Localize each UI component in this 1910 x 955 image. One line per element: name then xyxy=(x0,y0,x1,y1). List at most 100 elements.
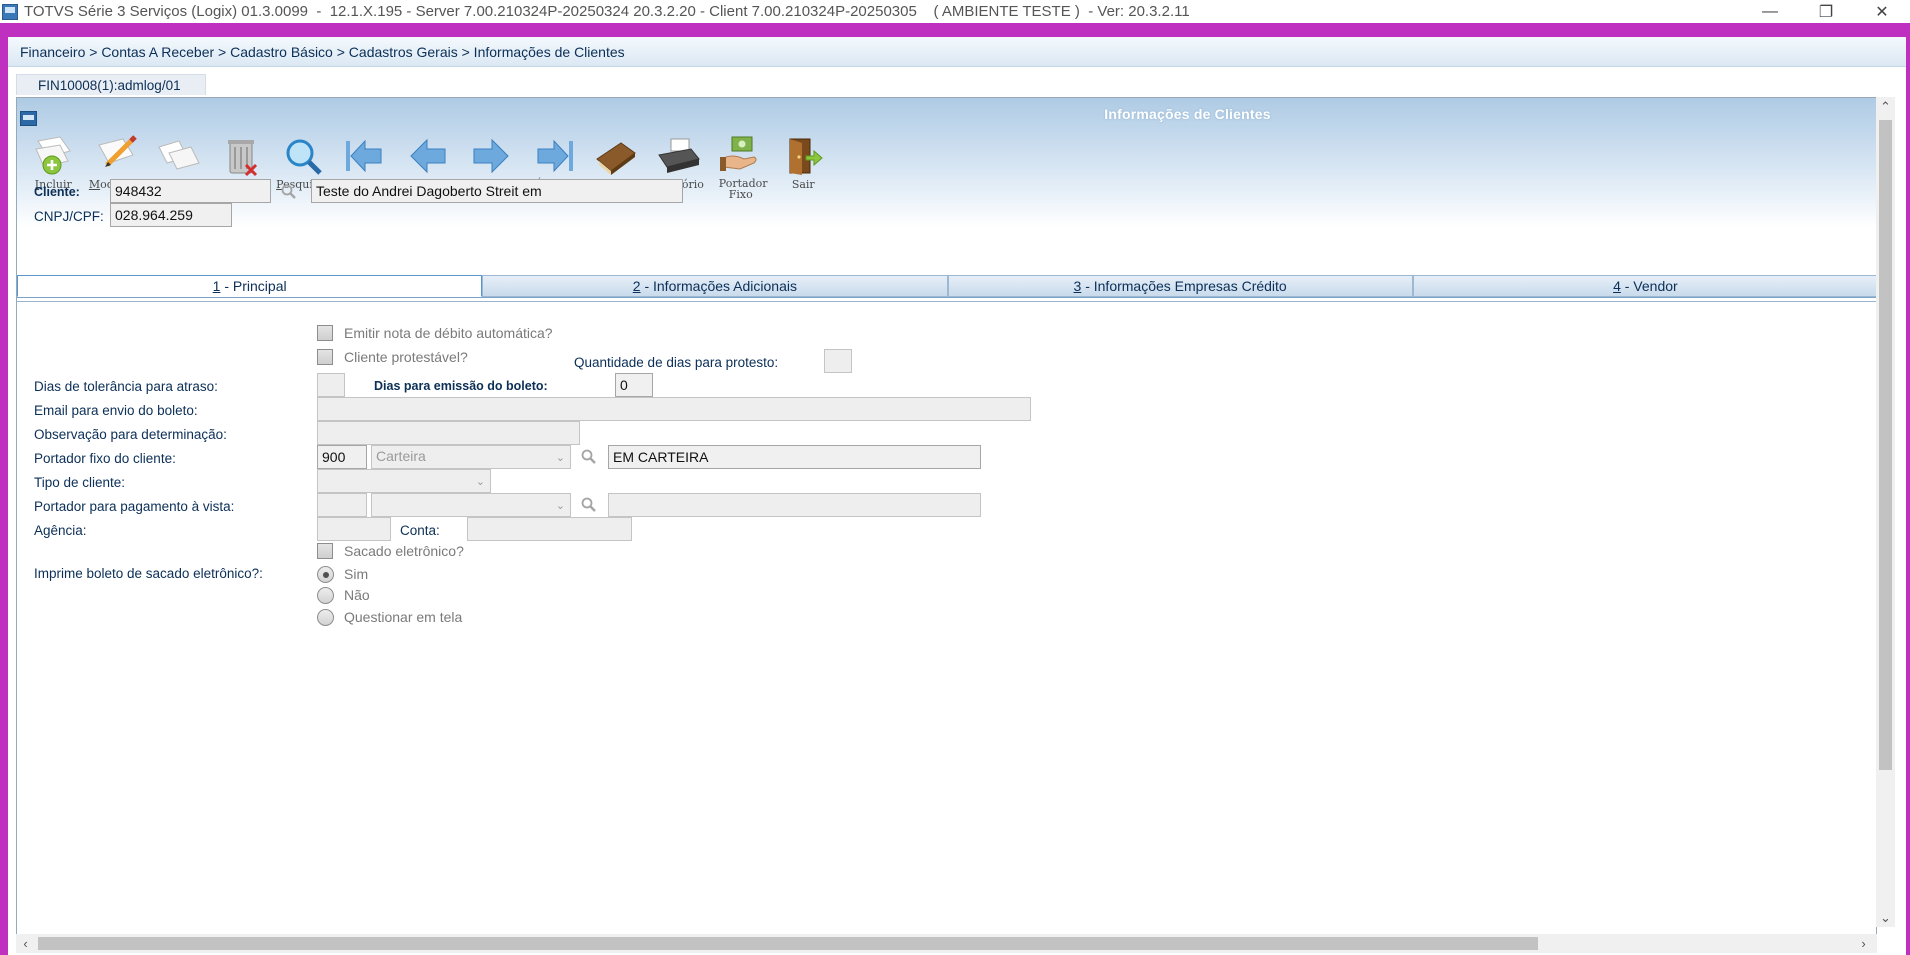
previous-arrow-icon xyxy=(404,134,452,178)
last-arrow-icon xyxy=(529,134,577,178)
window-titlebar: TOTVS Série 3 Serviços (Logix) 01.3.0099… xyxy=(0,0,1910,23)
minimize-button[interactable]: — xyxy=(1742,0,1798,23)
radio-questionar-label: Questionar em tela xyxy=(344,609,463,625)
portador-vista-type-select[interactable]: ⌄ xyxy=(371,493,571,517)
window-title: TOTVS Série 3 Serviços (Logix) 01.3.0099… xyxy=(24,3,1190,20)
radio-sim-label: Sim xyxy=(344,566,369,582)
toolbar-button-portador-fixo[interactable]: Portador Fixo xyxy=(710,134,773,200)
magnifier-icon xyxy=(279,134,327,178)
dias-tolerancia-input[interactable] xyxy=(317,373,345,397)
sacado-eletronico-label: Sacado eletrônico? xyxy=(344,543,464,559)
horizontal-scroll-thumb[interactable] xyxy=(38,937,1538,950)
toolbar-label: Portador Fixo xyxy=(718,177,768,201)
tab-informacoes-empresas-credito[interactable]: 3 - Informações Empresas Crédito xyxy=(947,275,1413,297)
trash-icon xyxy=(217,134,265,178)
portador-vista-lookup-icon[interactable] xyxy=(580,496,598,514)
radio-questionar[interactable] xyxy=(317,609,334,626)
observacao-input[interactable] xyxy=(317,421,580,445)
conta-label: Conta: xyxy=(400,523,440,538)
emitir-nota-checkbox[interactable] xyxy=(317,325,333,341)
agencia-input[interactable] xyxy=(317,517,391,541)
toolbar-label: Sair xyxy=(791,178,815,191)
session-tab[interactable]: FIN10008(1):admlog/01 xyxy=(16,74,206,95)
panel-header: Informações de Clientes IncluirModificar… xyxy=(17,98,1876,227)
restore-button[interactable]: ❐ xyxy=(1798,0,1854,23)
portador-fixo-desc-input[interactable] xyxy=(608,445,981,469)
portador-vista-desc-input[interactable] xyxy=(608,493,981,517)
tab-vendor-key: 4 xyxy=(1613,278,1621,294)
cliente-code-input[interactable] xyxy=(110,179,271,203)
cliente-label: Cliente: xyxy=(34,185,80,199)
edit-document-icon xyxy=(92,134,140,178)
horizontal-scrollbar[interactable]: ‹ › xyxy=(16,934,1877,953)
portador-fixo-label: Portador fixo do cliente: xyxy=(34,451,176,466)
cliente-protestavel-label: Cliente protestável? xyxy=(344,349,468,365)
next-arrow-icon xyxy=(467,134,515,178)
hand-money-icon xyxy=(717,134,765,177)
dias-emissao-label: Dias para emissão do boleto: xyxy=(374,379,548,393)
toolbar-button-sair[interactable]: Sair xyxy=(772,134,835,200)
portador-fixo-code-input[interactable] xyxy=(317,445,367,469)
window-frame-right xyxy=(1906,23,1910,955)
radio-nao[interactable] xyxy=(317,587,334,604)
agencia-label: Agência: xyxy=(34,523,87,538)
scroll-right-icon[interactable]: › xyxy=(1854,934,1873,953)
tab-vendor[interactable]: 4 - Vendor xyxy=(1412,275,1876,297)
tab-principal[interactable]: 1 - Principal xyxy=(17,275,483,297)
client-info-panel: Informações de Clientes IncluirModificar… xyxy=(16,97,1877,935)
window-frame-top xyxy=(0,23,1910,37)
imprime-boleto-label: Imprime boleto de sacado eletrônico?: xyxy=(34,566,263,581)
tab-adicionais-key: 2 xyxy=(632,278,641,294)
tab-content-border xyxy=(17,301,1876,302)
vertical-scrollbar[interactable]: ⌃ ⌄ xyxy=(1876,97,1895,927)
email-boleto-label: Email para envio do boleto: xyxy=(34,403,198,418)
tipo-cliente-select[interactable]: ⌄ xyxy=(317,469,491,493)
chevron-down-icon: ⌄ xyxy=(555,452,565,464)
tab-bar: 1 - Principal 2 - Informações Adicionais… xyxy=(17,275,1876,297)
breadcrumb: Financeiro > Contas A Receber > Cadastro… xyxy=(8,37,1906,67)
radio-sim[interactable] xyxy=(317,566,334,583)
qtd-dias-protesto-label: Quantidade de dias para protesto: xyxy=(574,355,779,370)
close-window-button[interactable]: ✕ xyxy=(1854,0,1910,23)
cnpj-input[interactable] xyxy=(110,203,232,227)
chevron-down-icon: ⌄ xyxy=(475,476,485,488)
tab-vendor-label: - Vendor xyxy=(1620,278,1678,294)
app-window-icon xyxy=(2,3,18,20)
dias-tolerancia-label: Dias de tolerância para atraso: xyxy=(34,379,218,394)
panel-title: Informações de Clientes xyxy=(1104,106,1271,122)
email-boleto-input[interactable] xyxy=(317,397,1031,421)
cliente-protestavel-checkbox[interactable] xyxy=(317,349,333,365)
panel-menu-icon[interactable] xyxy=(20,111,37,126)
qtd-dias-protesto-input[interactable] xyxy=(824,349,852,373)
conta-input[interactable] xyxy=(467,517,632,541)
cliente-lookup-icon[interactable] xyxy=(280,183,298,201)
observacao-label: Observação para determinação: xyxy=(34,427,227,442)
scroll-left-icon[interactable]: ‹ xyxy=(16,934,35,953)
session-tabstrip xyxy=(8,67,1906,97)
sacado-eletronico-checkbox[interactable] xyxy=(317,543,333,559)
cliente-name-input[interactable] xyxy=(311,179,683,203)
vertical-scroll-thumb[interactable] xyxy=(1879,120,1892,770)
book-icon xyxy=(592,134,640,178)
tab-credito-label: - Informações Empresas Crédito xyxy=(1081,278,1287,294)
scroll-up-icon[interactable]: ⌃ xyxy=(1876,97,1895,116)
chevron-down-icon: ⌄ xyxy=(555,500,565,512)
portador-vista-label: Portador para pagamento à vista: xyxy=(34,499,235,514)
tab-underline xyxy=(17,297,1876,298)
add-document-icon xyxy=(29,134,77,178)
breadcrumb-text: Financeiro > Contas A Receber > Cadastro… xyxy=(20,43,625,60)
portador-vista-code-input[interactable] xyxy=(317,493,367,517)
portador-fixo-lookup-icon[interactable] xyxy=(580,448,598,466)
scroll-down-icon[interactable]: ⌄ xyxy=(1876,908,1895,927)
dias-emissao-input[interactable] xyxy=(615,373,653,397)
window-frame-left xyxy=(0,23,8,955)
tab-adicionais-label: - Informações Adicionais xyxy=(640,278,797,294)
emitir-nota-label: Emitir nota de débito automática? xyxy=(344,325,553,341)
tab-informacoes-adicionais[interactable]: 2 - Informações Adicionais xyxy=(482,275,948,297)
cnpj-label: CNPJ/CPF: xyxy=(34,209,104,224)
radio-nao-label: Não xyxy=(344,587,370,603)
exit-door-icon xyxy=(779,134,827,178)
printer-icon xyxy=(654,134,702,178)
tab-principal-label: - Principal xyxy=(220,278,287,294)
portador-fixo-type-select[interactable]: Carteira ⌄ xyxy=(371,445,571,469)
